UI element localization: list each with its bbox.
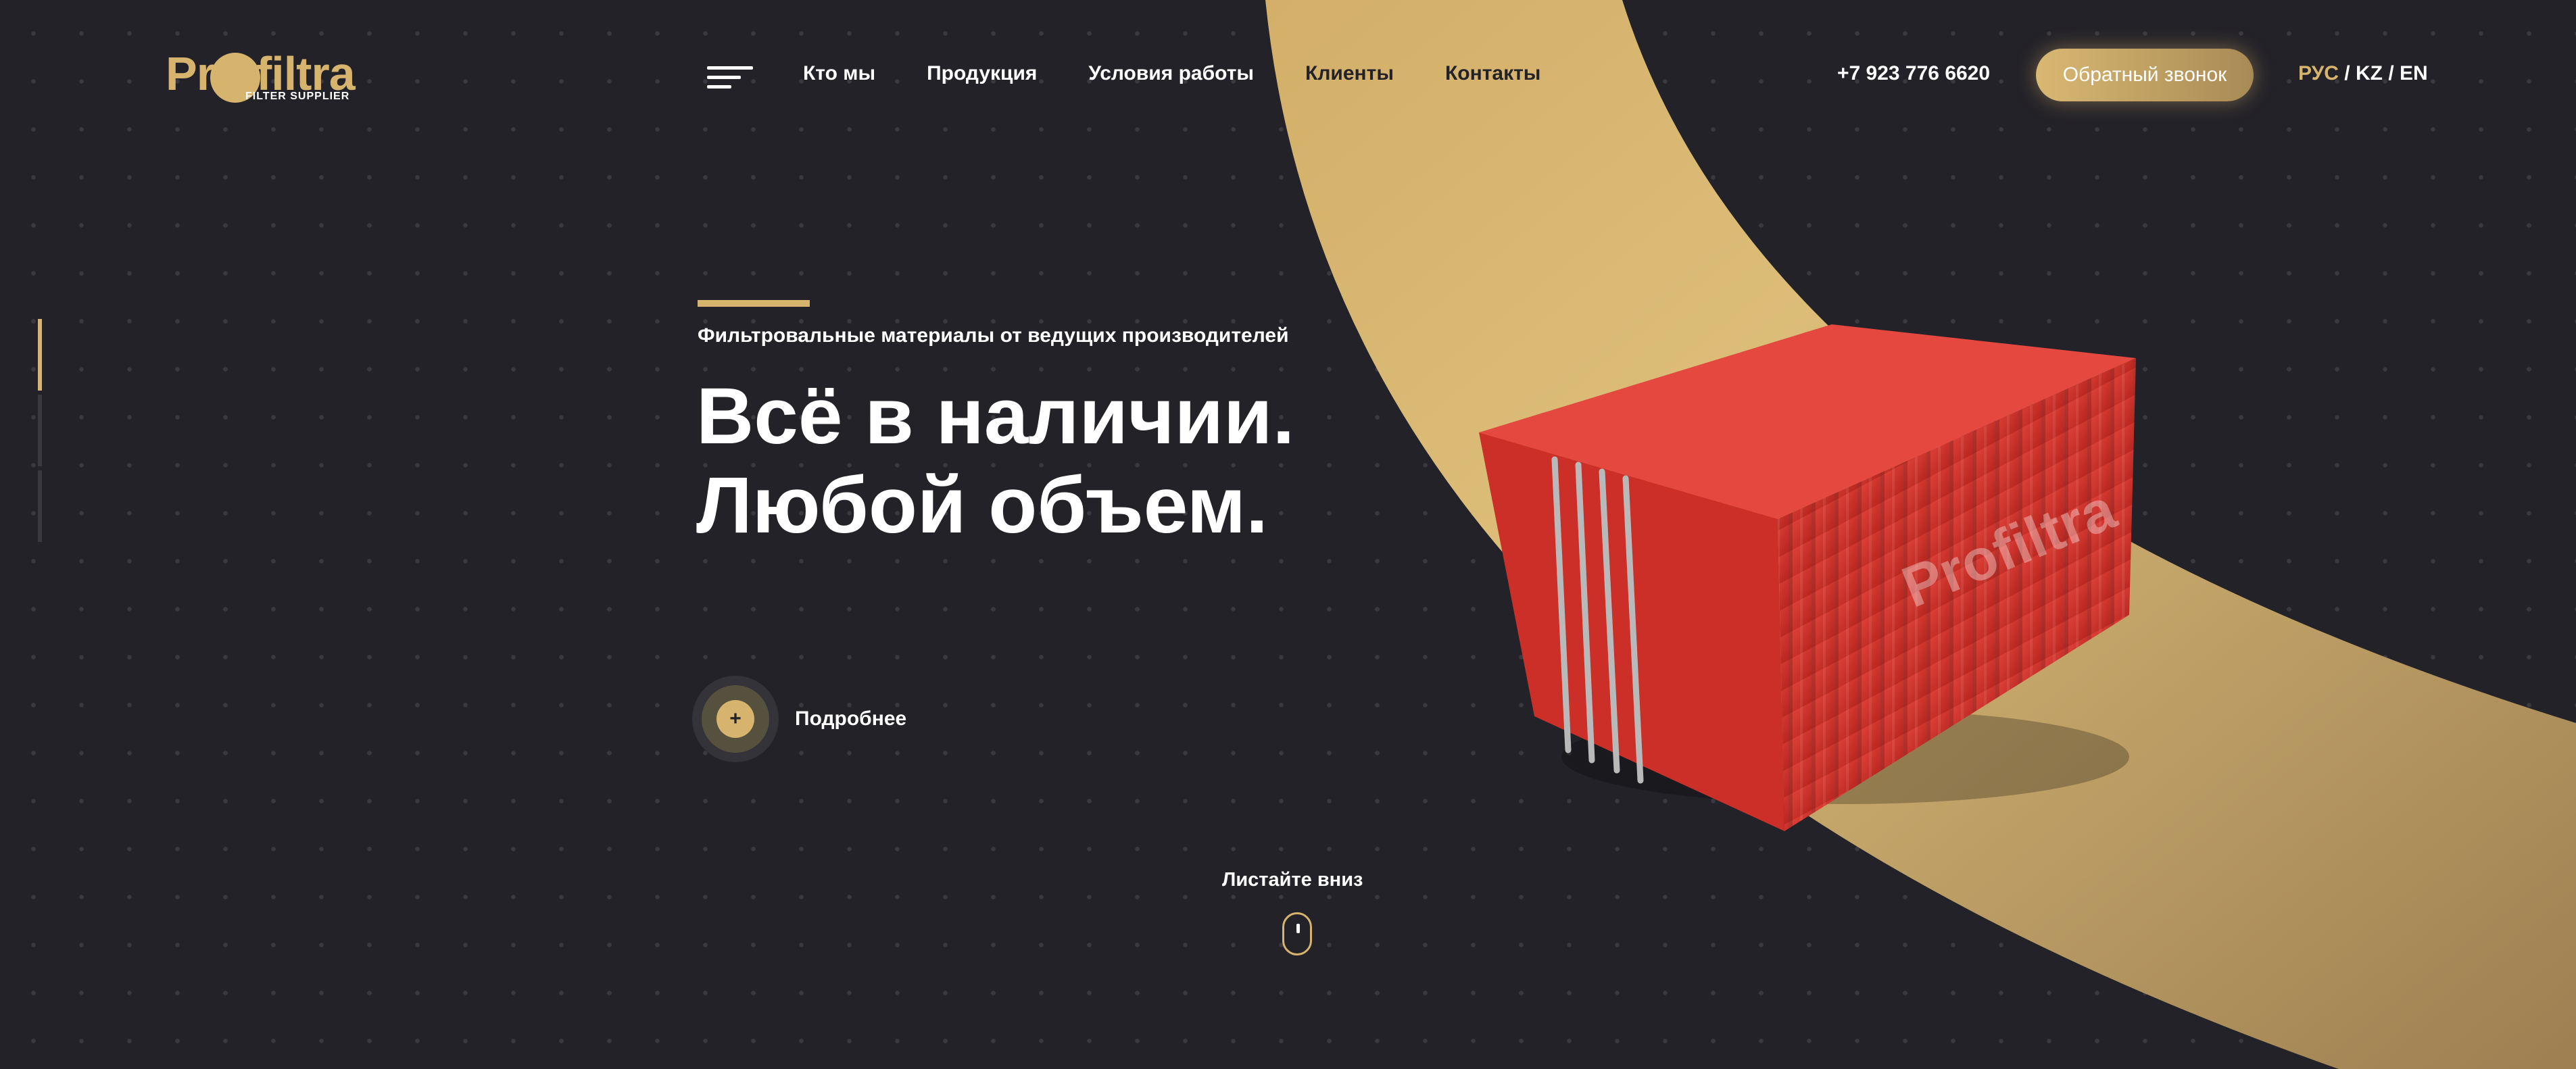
more-button-ring: +: [692, 676, 779, 762]
nav-item-terms[interactable]: Условия работы: [1088, 62, 1254, 85]
hero-subtitle: Фильтровальные материалы от ведущих прои…: [698, 324, 1289, 347]
logo-subtitle: FILTER SUPPLIER: [245, 91, 350, 102]
callback-button[interactable]: Обратный звонок: [2036, 49, 2254, 101]
slide-dot-3[interactable]: [38, 470, 42, 542]
mouse-icon[interactable]: [1282, 912, 1312, 955]
shipping-container-image: Profiltra: [1479, 324, 2136, 831]
slide-indicator: [38, 319, 42, 546]
hamburger-icon[interactable]: [707, 66, 753, 91]
slide-dot-2[interactable]: [38, 395, 42, 466]
hero-heading: Всё в наличии. Любой объем.: [696, 372, 1294, 550]
more-button[interactable]: + Подробнее: [692, 676, 906, 762]
plus-icon: +: [716, 700, 754, 738]
nav-item-contacts[interactable]: Контакты: [1445, 62, 1540, 85]
hero-heading-line2: Любой объем.: [696, 461, 1268, 550]
phone-link[interactable]: +7 923 776 6620: [1837, 62, 1990, 85]
nav-item-products[interactable]: Продукция: [927, 62, 1037, 85]
hero-accent-line: [698, 300, 810, 307]
hero-heading-line1: Всё в наличии.: [696, 372, 1295, 461]
scroll-down-label: Листайте вниз: [1222, 869, 1363, 891]
nav-item-clients[interactable]: Клиенты: [1305, 62, 1394, 85]
lang-separator: /: [2344, 62, 2350, 84]
lang-ru[interactable]: РУС: [2298, 62, 2339, 84]
more-button-label: Подробнее: [795, 707, 907, 730]
lang-separator: /: [2388, 62, 2394, 84]
lang-kz[interactable]: KZ: [2356, 62, 2383, 84]
main-nav: Кто мы Продукция Условия работы Клиенты …: [803, 62, 1540, 85]
lang-en[interactable]: EN: [2400, 62, 2428, 84]
logo[interactable]: Pr filtra FILTER SUPPLIER: [166, 43, 356, 108]
nav-item-about[interactable]: Кто мы: [803, 62, 875, 85]
language-switcher: РУС / KZ / EN: [2298, 62, 2428, 85]
slide-dot-1[interactable]: [38, 319, 42, 391]
